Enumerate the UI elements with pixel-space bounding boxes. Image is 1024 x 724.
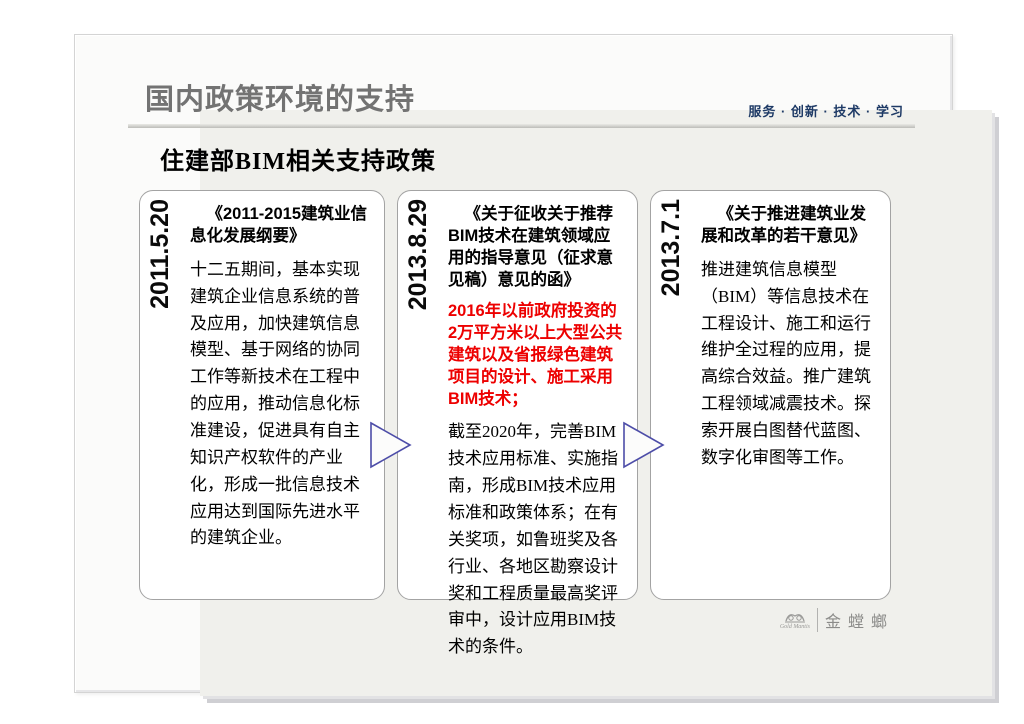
logo-subtext: Gold Mantis — [779, 624, 810, 630]
title-divider — [128, 124, 915, 128]
policy-card-2011: 2011.5.20 《2011-2015建筑业信息化发展纲要》 十二五期间，基本… — [139, 190, 385, 600]
section-subtitle: 住建部BIM相关支持政策 — [160, 149, 436, 175]
card-body-text: 推进建筑信息模型（BIM）等信息技术在工程设计、施工和运行维护全过程的应用，提高… — [701, 259, 871, 467]
card-title: 《关于征收关于推荐BIM技术在建筑领域应用的指导意见（征求意见稿）意见的函》 — [448, 205, 613, 289]
card-text: 《关于征收关于推荐BIM技术在建筑领域应用的指导意见（征求意见稿）意见的函》 2… — [448, 199, 625, 656]
slogan-text: 服务 · 创新 · 技术 · 学习 — [748, 104, 904, 119]
company-logo: Gold Mantis 金螳螂 — [780, 608, 894, 632]
card-title: 《关于推进建筑业发展和改革的若干意见》 — [701, 205, 866, 245]
card-body-text: 十二五期间，基本实现建筑企业信息系统的普及应用，加快建筑信息模型、基于网络的协同… — [190, 259, 360, 548]
mantis-emblem-icon — [784, 614, 805, 623]
card-text: 《关于推进建筑业发展和改革的若干意见》 推进建筑信息模型（BIM）等信息技术在工… — [701, 199, 878, 591]
logo-text: 金螳螂 — [824, 614, 894, 631]
page-title: 国内政策环境的支持 — [145, 84, 416, 116]
card-body-text: 截至2020年，完善BIM技术应用标准、实施指南，形成BIM技术应用标准和政策体… — [448, 422, 618, 657]
policy-card-2013-8: 2013.8.29 《关于征收关于推荐BIM技术在建筑领域应用的指导意见（征求意… — [397, 190, 638, 656]
arrow-right-icon — [370, 421, 412, 469]
card-highlight-text: 2016年以前政府投资的2万平方米以上大型公共建筑以及省报绿色建筑项目的设计、施… — [448, 301, 623, 408]
policy-card-2013-7: 2013.7.1 《关于推进建筑业发展和改革的若干意见》 推进建筑信息模型（BI… — [650, 190, 891, 600]
card-title: 《2011-2015建筑业信息化发展纲要》 — [190, 205, 367, 245]
card-date: 2013.8.29 — [404, 199, 432, 311]
logo-divider — [816, 608, 818, 632]
card-date: 2013.7.1 — [657, 199, 685, 297]
logo-emblem: Gold Mantis — [780, 610, 810, 630]
card-text: 《2011-2015建筑业信息化发展纲要》 十二五期间，基本实现建筑企业信息系统… — [190, 199, 372, 591]
card-date: 2011.5.20 — [146, 199, 174, 309]
presentation-slide: 国内政策环境的支持 服务 · 创新 · 技术 · 学习 住建部BIM相关支持政策… — [0, 0, 1024, 724]
arrow-right-icon — [623, 421, 665, 469]
